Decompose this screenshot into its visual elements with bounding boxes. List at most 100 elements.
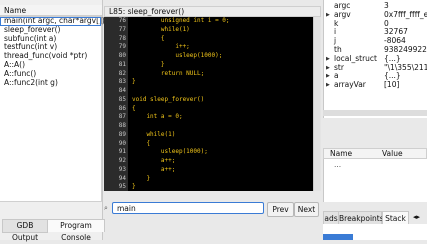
- code-line[interactable]: 77 while(1): [104, 26, 321, 35]
- code-line[interactable]: 78 {: [104, 35, 321, 44]
- code-line[interactable]: 95}: [104, 183, 321, 191]
- code-line[interactable]: 89 while(1): [104, 131, 321, 140]
- code-line[interactable]: 92 a++;: [104, 157, 321, 166]
- variables-panel: argc3▶argv0x7fff_ffff_e088k0i32767j-8064…: [323, 0, 427, 118]
- code-text[interactable]: usleep(1000);: [132, 148, 208, 157]
- code-line[interactable]: 76 unsigned int i = 0;: [104, 17, 321, 26]
- code-text[interactable]: }: [132, 61, 165, 70]
- code-text[interactable]: int a = 0;: [132, 113, 182, 122]
- variable-row[interactable]: ▶argv0x7fff_ffff_e088: [324, 10, 427, 20]
- watch-header: Name Value: [323, 148, 427, 159]
- line-number[interactable]: 84: [104, 87, 126, 96]
- expand-arrow-icon[interactable]: ▶: [326, 64, 330, 73]
- prev-button[interactable]: Prev: [267, 202, 294, 217]
- variable-row[interactable]: i 32767: [324, 28, 427, 37]
- code-text[interactable]: }: [132, 183, 136, 191]
- code-line[interactable]: 93 a++;: [104, 166, 321, 175]
- code-text[interactable]: while(1): [132, 131, 175, 140]
- variable-row[interactable]: ▶ arrayVar [10]: [324, 80, 427, 90]
- code-line[interactable]: 88: [104, 122, 321, 131]
- watch-add-placeholder[interactable]: ...: [334, 160, 341, 169]
- left-tab-bar: GDB Output Program Console: [0, 219, 105, 242]
- code-text[interactable]: {: [132, 35, 165, 44]
- code-text[interactable]: return NULL;: [132, 70, 204, 79]
- code-line[interactable]: 83}: [104, 78, 321, 87]
- code-line[interactable]: 80 usleep(1000);: [104, 52, 321, 61]
- code-text[interactable]: void sleep_forever(): [132, 96, 204, 105]
- line-number[interactable]: 89: [104, 131, 126, 140]
- expand-arrow-icon[interactable]: ▶: [326, 55, 330, 64]
- variable-row[interactable]: ▶str"\1\355\211\32: [324, 63, 427, 73]
- line-number[interactable]: 93: [104, 166, 126, 175]
- code-text[interactable]: usleep(1000);: [132, 52, 222, 61]
- search-icon: ⌕: [104, 204, 108, 212]
- line-number[interactable]: 78: [104, 35, 126, 44]
- watch-col-value[interactable]: Value: [382, 149, 403, 159]
- code-line[interactable]: 82 return NULL;: [104, 70, 321, 79]
- line-number[interactable]: 87: [104, 113, 126, 122]
- code-text[interactable]: a++;: [132, 157, 175, 166]
- variable-value: {...}: [384, 54, 401, 63]
- code-line[interactable]: 91 usleep(1000);: [104, 148, 321, 157]
- line-number[interactable]: 80: [104, 52, 126, 61]
- variable-value: 0: [384, 19, 389, 28]
- line-number[interactable]: 88: [104, 122, 126, 131]
- code-text[interactable]: }: [132, 175, 150, 184]
- line-number[interactable]: 95: [104, 183, 126, 191]
- line-number[interactable]: 83: [104, 78, 126, 87]
- code-line[interactable]: 85 void sleep_forever(): [104, 96, 321, 105]
- line-number[interactable]: 90: [104, 140, 126, 149]
- expand-arrow-icon[interactable]: ▶: [326, 81, 330, 90]
- search-input[interactable]: [112, 202, 264, 214]
- line-number[interactable]: 85: [104, 96, 126, 105]
- variable-value: 9382499223424: [384, 46, 427, 54]
- functions-header[interactable]: Name: [0, 5, 102, 16]
- next-button[interactable]: Next: [294, 202, 319, 217]
- variable-name: arrayVar: [334, 80, 366, 90]
- code-text[interactable]: {: [132, 105, 136, 114]
- code-text[interactable]: {: [132, 140, 150, 149]
- variables-scrollbar[interactable]: [323, 110, 427, 116]
- variable-value: "\1\355\211\32: [384, 63, 427, 72]
- line-number[interactable]: 82: [104, 70, 126, 79]
- code-line[interactable]: 87 int a = 0;: [104, 113, 321, 122]
- line-number[interactable]: 94: [104, 175, 126, 184]
- line-number[interactable]: 92: [104, 157, 126, 166]
- expand-arrow-icon[interactable]: ▶: [326, 11, 330, 20]
- variable-value: 32767: [384, 28, 408, 37]
- code-line[interactable]: 86 {: [104, 105, 321, 114]
- code-text[interactable]: a++;: [132, 166, 175, 175]
- line-number[interactable]: 77: [104, 26, 126, 35]
- watch-col-name[interactable]: Name: [330, 149, 352, 159]
- variable-row[interactable]: k0: [324, 19, 427, 29]
- line-number[interactable]: 81: [104, 61, 126, 70]
- line-number[interactable]: 86: [104, 105, 126, 114]
- stack-selected-row[interactable]: [323, 234, 353, 240]
- code-line[interactable]: 79 i++;: [104, 43, 321, 52]
- right-tab-bar: ads Breakpoints Stack ◂▸: [323, 211, 427, 226]
- variable-value: -8064: [384, 37, 406, 46]
- line-number[interactable]: 76: [104, 17, 126, 26]
- code-text[interactable]: }: [132, 78, 136, 87]
- line-number[interactable]: 79: [104, 43, 126, 52]
- watch-list: ...: [323, 159, 427, 202]
- code-line[interactable]: 94 }: [104, 175, 321, 184]
- code-line[interactable]: 81 }: [104, 61, 321, 70]
- editor-scrollbar[interactable]: [313, 17, 321, 191]
- variable-value: 0x7fff_ffff_e088: [384, 10, 427, 19]
- expand-arrow-icon[interactable]: ▶: [326, 72, 330, 81]
- tab-gdb-output[interactable]: GDB Output: [2, 219, 48, 242]
- code-line[interactable]: 90 {: [104, 140, 321, 149]
- code-line[interactable]: 84: [104, 87, 321, 96]
- variable-value: {...}: [384, 72, 401, 81]
- function-item[interactable]: A::func2(int g): [0, 78, 101, 88]
- editor-title: L85: sleep_forever(): [104, 6, 321, 17]
- code-editor[interactable]: 76 unsigned int i = 0; 77 while(1) 78 {79 …: [104, 17, 321, 191]
- code-text[interactable]: unsigned int i = 0;: [132, 17, 230, 26]
- tab-program-console[interactable]: Program Console: [47, 219, 105, 242]
- code-text[interactable]: while(1): [132, 26, 190, 35]
- tab-scroll-icon[interactable]: ◂▸: [413, 213, 420, 221]
- line-number[interactable]: 91: [104, 148, 126, 157]
- variable-value: 3: [384, 2, 389, 10]
- code-text[interactable]: i++;: [132, 43, 189, 52]
